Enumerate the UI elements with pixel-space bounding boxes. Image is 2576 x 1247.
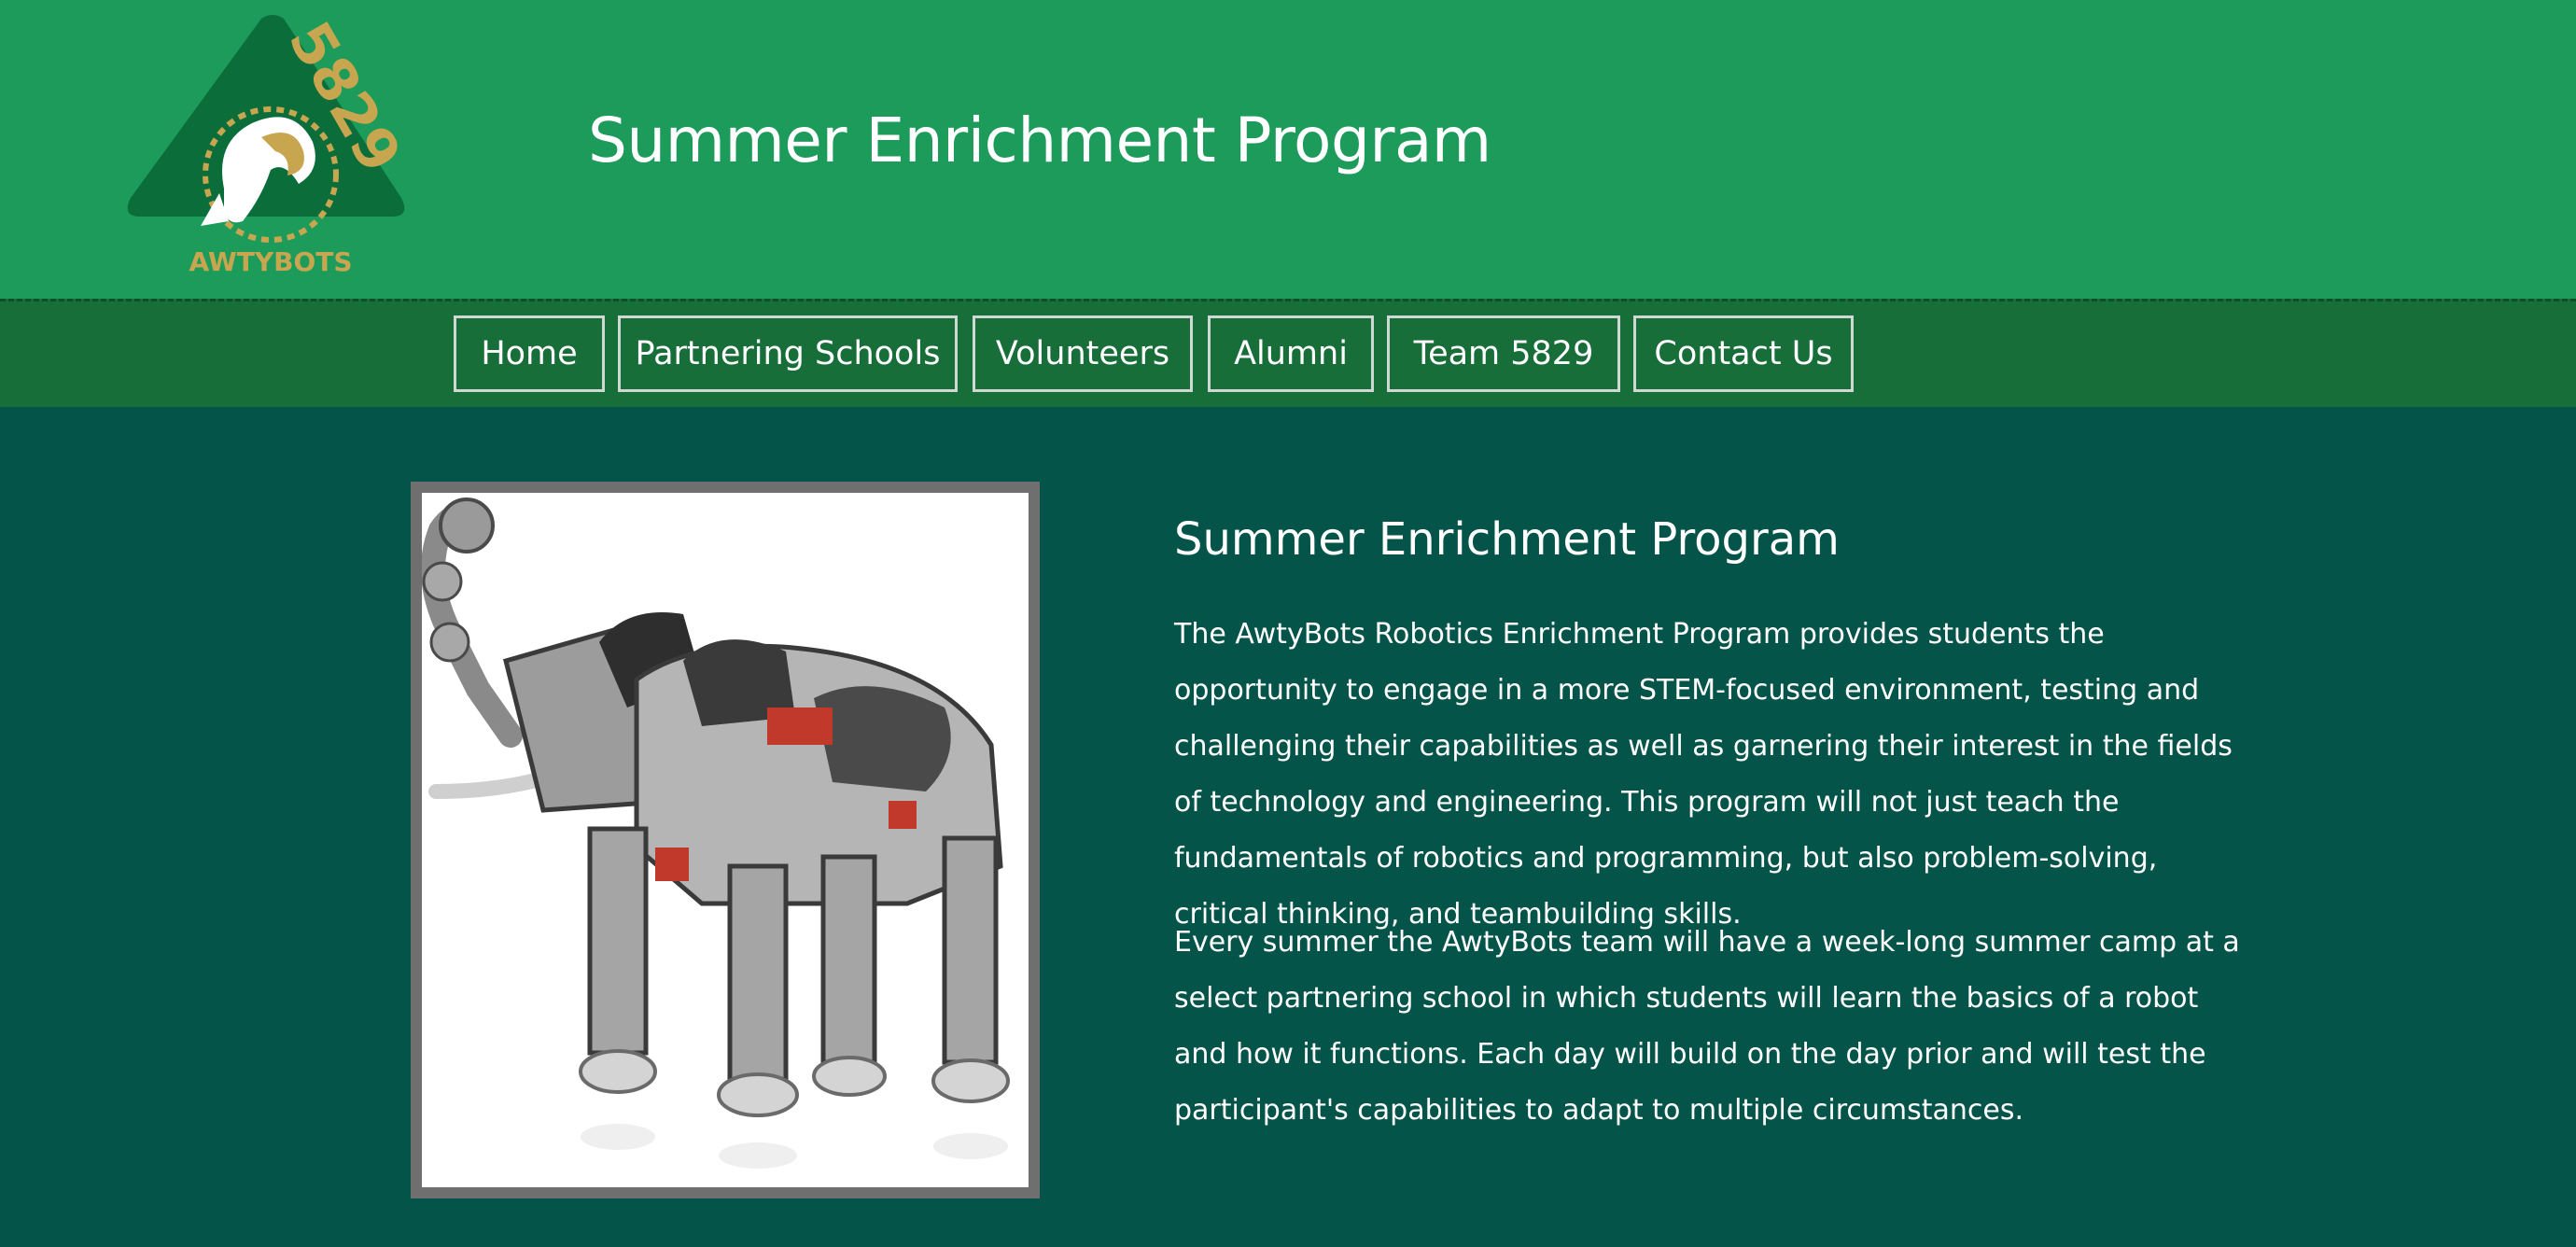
- content-paragraph-camp: Every summer the AwtyBots team will have…: [1174, 926, 2240, 1127]
- nav-contact-us-button[interactable]: Contact Us: [1633, 315, 1854, 392]
- awtybots-logo[interactable]: 5829 AWTYBOTS: [121, 11, 411, 282]
- site-title: Summer Enrichment Program: [588, 105, 1491, 176]
- nav-volunteers-button[interactable]: Volunteers: [973, 315, 1193, 392]
- content-title: Summer Enrichment Program: [1174, 513, 1840, 566]
- nav-team-5829-button[interactable]: Team 5829: [1387, 315, 1620, 392]
- robot-elephant-image: [422, 493, 1029, 1187]
- logo-wordmark: AWTYBOTS: [189, 246, 352, 277]
- nav-partnering-schools-button[interactable]: Partnering Schools: [618, 315, 958, 392]
- photo-frame: [411, 482, 1040, 1198]
- nav-home-button[interactable]: Home: [454, 315, 605, 392]
- nav-alumni-button[interactable]: Alumni: [1208, 315, 1374, 392]
- site-header: 5829 AWTYBOTS Summer Enrichment Program: [0, 0, 2576, 299]
- content-paragraph-intro: The AwtyBots Robotics Enrichment Program…: [1174, 618, 2233, 931]
